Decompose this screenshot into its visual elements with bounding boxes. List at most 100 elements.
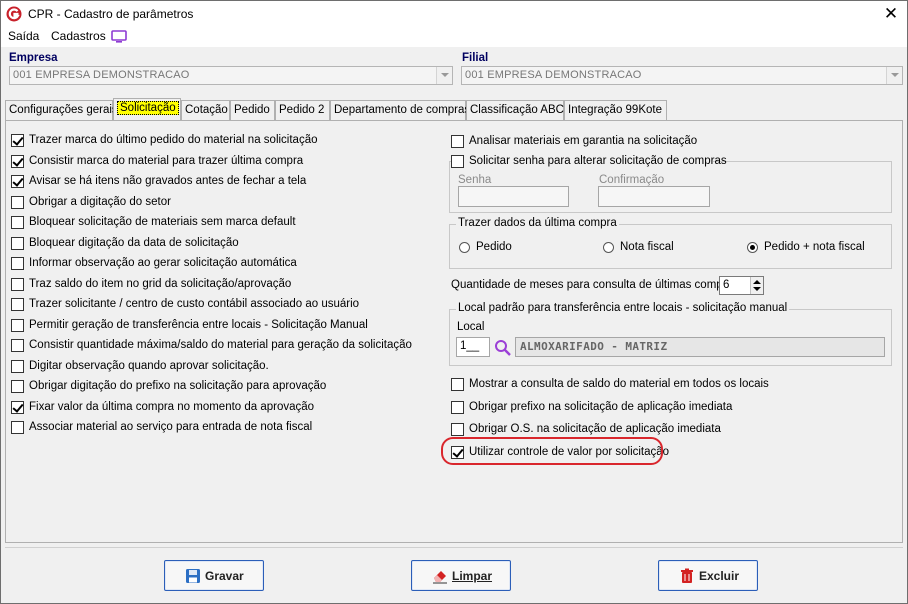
group-title: Trazer dados da última compra xyxy=(456,217,619,229)
radio-label: Pedido + nota fiscal xyxy=(764,241,865,253)
checkbox-label: Consistir quantidade máxima/saldo do mat… xyxy=(29,339,412,351)
empresa-value: 001 EMPRESA DEMONSTRACAO xyxy=(13,69,190,81)
checkbox-label: Solicitar senha para alterar solicitação… xyxy=(469,155,727,167)
checkbox[interactable] xyxy=(11,175,24,188)
senha-input[interactable] xyxy=(458,186,569,207)
button-label: Limpar xyxy=(452,569,493,583)
empresa-select[interactable]: 001 EMPRESA DEMONSTRACAO xyxy=(9,66,453,85)
checkbox[interactable] xyxy=(451,135,464,148)
checkbox[interactable] xyxy=(11,277,24,291)
filial-label: Filial xyxy=(462,52,489,64)
menu-bar: Saída Cadastros xyxy=(1,27,907,47)
local-code-input[interactable]: 1__ xyxy=(456,337,490,357)
tab-solicitacao[interactable]: Solicitação xyxy=(113,98,181,120)
checkbox[interactable] xyxy=(11,298,24,311)
checkbox[interactable] xyxy=(451,378,464,391)
checkbox-label: Mostrar a consulta de saldo do material … xyxy=(469,378,769,390)
checkbox[interactable] xyxy=(11,339,24,352)
empresa-label: Empresa xyxy=(9,52,58,64)
radio-button[interactable] xyxy=(603,242,614,253)
limpar-button[interactable]: Limpar xyxy=(411,560,511,591)
monitor-icon[interactable] xyxy=(111,30,127,43)
tab-cotacao[interactable]: Cotação xyxy=(181,100,230,120)
gravar-button[interactable]: Gravar xyxy=(164,560,264,591)
confirmacao-label: Confirmação xyxy=(599,174,665,186)
checkbox[interactable] xyxy=(11,380,24,393)
menu-saida[interactable]: Saída xyxy=(8,29,39,43)
confirmacao-input[interactable] xyxy=(598,186,710,207)
checkbox[interactable] xyxy=(11,318,24,332)
senha-label: Senha xyxy=(458,174,492,186)
highlight-annotation xyxy=(441,437,663,465)
filial-select[interactable]: 001 EMPRESA DEMONSTRACAO xyxy=(461,66,903,85)
tab-label: Pedido 2 xyxy=(279,104,325,116)
tab-label: Integração 99Kote xyxy=(568,104,662,116)
tab-label: Cotação xyxy=(185,104,228,116)
checkbox-label: Associar material ao serviço para entrad… xyxy=(29,421,313,433)
title-bar: CPR - Cadastro de parâmetros ✕ xyxy=(1,1,907,27)
checkbox-label: Bloquear digitação da data de solicitaçã… xyxy=(29,236,239,249)
tab-label: Configurações gerais xyxy=(9,104,118,116)
checkbox[interactable] xyxy=(11,195,24,209)
checkbox-label: Trazer solicitante / centro de custo con… xyxy=(29,298,360,310)
close-button[interactable]: ✕ xyxy=(875,1,907,27)
local-description-value: ALMOXARIFADO - MATRIZ xyxy=(520,340,668,353)
spinner-buttons[interactable] xyxy=(750,277,763,294)
menu-cadastros[interactable]: Cadastros xyxy=(51,29,106,43)
radio-button[interactable] xyxy=(459,242,470,253)
filial-value: 001 EMPRESA DEMONSTRACAO xyxy=(465,69,642,81)
checkbox-label: Permitir geração de transferência entre … xyxy=(29,318,368,331)
checkbox[interactable] xyxy=(11,236,24,250)
checkbox-label: Traz saldo do item no grid da solicitaçã… xyxy=(29,277,292,290)
tab-label: Solicitação xyxy=(117,101,179,115)
search-icon[interactable] xyxy=(494,339,512,357)
tab-departamento-de-compras[interactable]: Departamento de compras xyxy=(330,100,470,120)
radio-button[interactable] xyxy=(747,242,758,253)
checkbox-label: Obrigar a digitação do setor xyxy=(29,195,171,208)
checkbox[interactable] xyxy=(11,359,24,373)
tab-pedido-2[interactable]: Pedido 2 xyxy=(275,100,330,120)
checkbox-label: Obrigar prefixo na solicitação de aplica… xyxy=(469,400,733,413)
checkbox-label: Avisar se há itens não gravados antes de… xyxy=(29,175,307,187)
checkbox[interactable] xyxy=(11,154,24,168)
checkbox-label: Analisar materiais em garantia na solici… xyxy=(469,135,698,147)
tab-label: Classificação ABC xyxy=(470,104,564,116)
tab-configuracoes-gerais[interactable]: Configurações gerais xyxy=(5,100,118,120)
checkbox-label: Fixar valor da última compra no momento … xyxy=(29,400,315,413)
save-icon xyxy=(186,569,200,583)
window-title: CPR - Cadastro de parâmetros xyxy=(28,7,194,21)
checkbox-label: Obrigar digitação do prefixo na solicita… xyxy=(29,380,327,392)
meses-spinner[interactable]: 6 xyxy=(719,276,764,295)
checkbox[interactable] xyxy=(11,134,24,147)
checkbox[interactable] xyxy=(11,421,24,434)
checkbox-label: Digitar observação quando aprovar solici… xyxy=(29,359,269,372)
checkbox[interactable] xyxy=(451,400,464,414)
group-title: Local padrão para transferência entre lo… xyxy=(456,302,790,314)
checkbox[interactable] xyxy=(11,216,24,229)
close-icon: ✕ xyxy=(883,4,899,23)
radio-label: Pedido xyxy=(476,241,512,253)
button-label: Gravar xyxy=(205,569,244,583)
checkbox-label: Consistir marca do material para trazer … xyxy=(29,154,304,167)
radio-label: Nota fiscal xyxy=(620,241,674,253)
chevron-down-icon[interactable] xyxy=(886,67,902,84)
checkbox[interactable] xyxy=(11,257,24,270)
checkbox[interactable] xyxy=(451,423,464,436)
tab-integracao-99kote[interactable]: Integração 99Kote xyxy=(564,100,667,120)
local-code-value: 1__ xyxy=(460,340,480,352)
arrow-down-icon[interactable] xyxy=(753,287,761,291)
tab-classificacao-abc[interactable]: Classificação ABC xyxy=(466,100,564,120)
arrow-up-icon[interactable] xyxy=(753,280,761,284)
tab-label: Pedido xyxy=(234,104,270,116)
divider xyxy=(5,547,903,548)
checkbox[interactable] xyxy=(451,155,464,168)
chevron-down-icon[interactable] xyxy=(436,67,452,84)
trash-icon xyxy=(681,568,693,583)
button-label: Excluir xyxy=(699,569,740,583)
checkbox-label: Trazer marca do último pedido do materia… xyxy=(29,134,318,146)
excluir-button[interactable]: Excluir xyxy=(658,560,758,591)
checkbox[interactable] xyxy=(11,400,24,414)
tab-pedido[interactable]: Pedido xyxy=(230,100,275,120)
solicitar-senha-option[interactable]: Solicitar senha para alterar solicitação… xyxy=(451,154,727,170)
local-label: Local xyxy=(457,321,485,333)
